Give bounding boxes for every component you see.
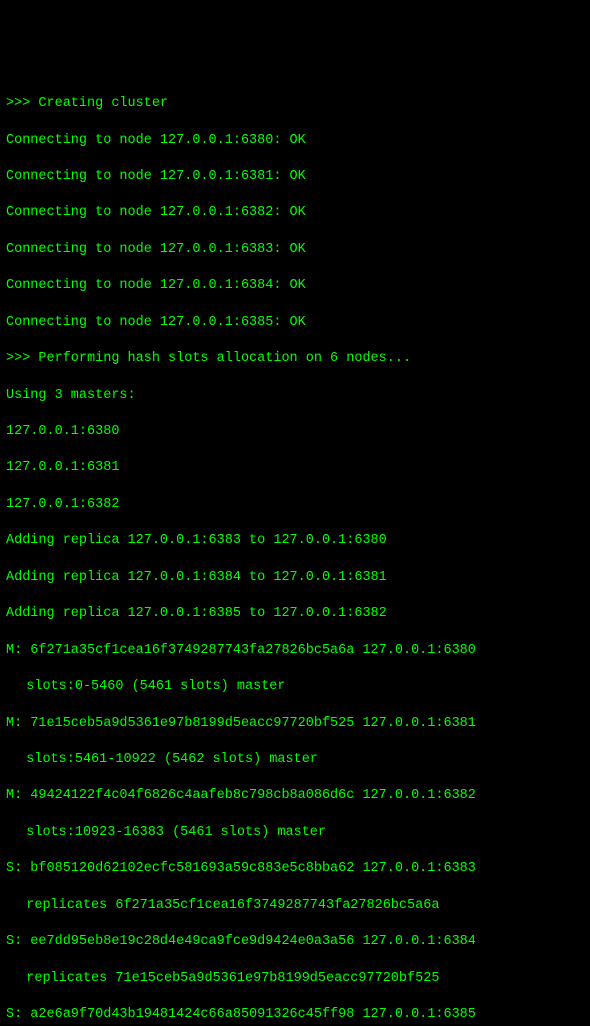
node-entry: S: ee7dd95eb8e19c28d4e49ca9fce9d9424e0a3… xyxy=(6,933,584,951)
node-detail: slots:0-5460 (5461 slots) master xyxy=(6,678,584,696)
node-entry: S: a2e6a9f70d43b19481424c66a85091326c45f… xyxy=(6,1006,584,1024)
connection-line: Connecting to node 127.0.0.1:6384: OK xyxy=(6,277,584,295)
replica-add-line: Adding replica 127.0.0.1:6383 to 127.0.0… xyxy=(6,532,584,550)
connection-line: Connecting to node 127.0.0.1:6380: OK xyxy=(6,132,584,150)
node-detail: replicates 6f271a35cf1cea16f3749287743fa… xyxy=(6,897,584,915)
node-detail: replicates 71e15ceb5a9d5361e97b8199d5eac… xyxy=(6,970,584,988)
masters-header: Using 3 masters: xyxy=(6,387,584,405)
connection-line: Connecting to node 127.0.0.1:6382: OK xyxy=(6,204,584,222)
master-node: 127.0.0.1:6380 xyxy=(6,423,584,441)
node-entry: M: 71e15ceb5a9d5361e97b8199d5eacc97720bf… xyxy=(6,715,584,733)
master-node: 127.0.0.1:6382 xyxy=(6,496,584,514)
node-entry: M: 49424122f4c04f6826c4aafeb8c798cb8a086… xyxy=(6,787,584,805)
connection-line: Connecting to node 127.0.0.1:6385: OK xyxy=(6,314,584,332)
node-detail: slots:10923-16383 (5461 slots) master xyxy=(6,824,584,842)
master-node: 127.0.0.1:6381 xyxy=(6,459,584,477)
node-entry: S: bf085120d62102ecfc581693a59c883e5c8bb… xyxy=(6,860,584,878)
replica-add-line: Adding replica 127.0.0.1:6384 to 127.0.0… xyxy=(6,569,584,587)
creating-header: >>> Creating cluster xyxy=(6,95,584,113)
terminal-output: >>> Creating cluster Connecting to node … xyxy=(6,77,584,1026)
allocation-header: >>> Performing hash slots allocation on … xyxy=(6,350,584,368)
node-entry: M: 6f271a35cf1cea16f3749287743fa27826bc5… xyxy=(6,642,584,660)
replica-add-line: Adding replica 127.0.0.1:6385 to 127.0.0… xyxy=(6,605,584,623)
node-detail: slots:5461-10922 (5462 slots) master xyxy=(6,751,584,769)
connection-line: Connecting to node 127.0.0.1:6383: OK xyxy=(6,241,584,259)
connection-line: Connecting to node 127.0.0.1:6381: OK xyxy=(6,168,584,186)
